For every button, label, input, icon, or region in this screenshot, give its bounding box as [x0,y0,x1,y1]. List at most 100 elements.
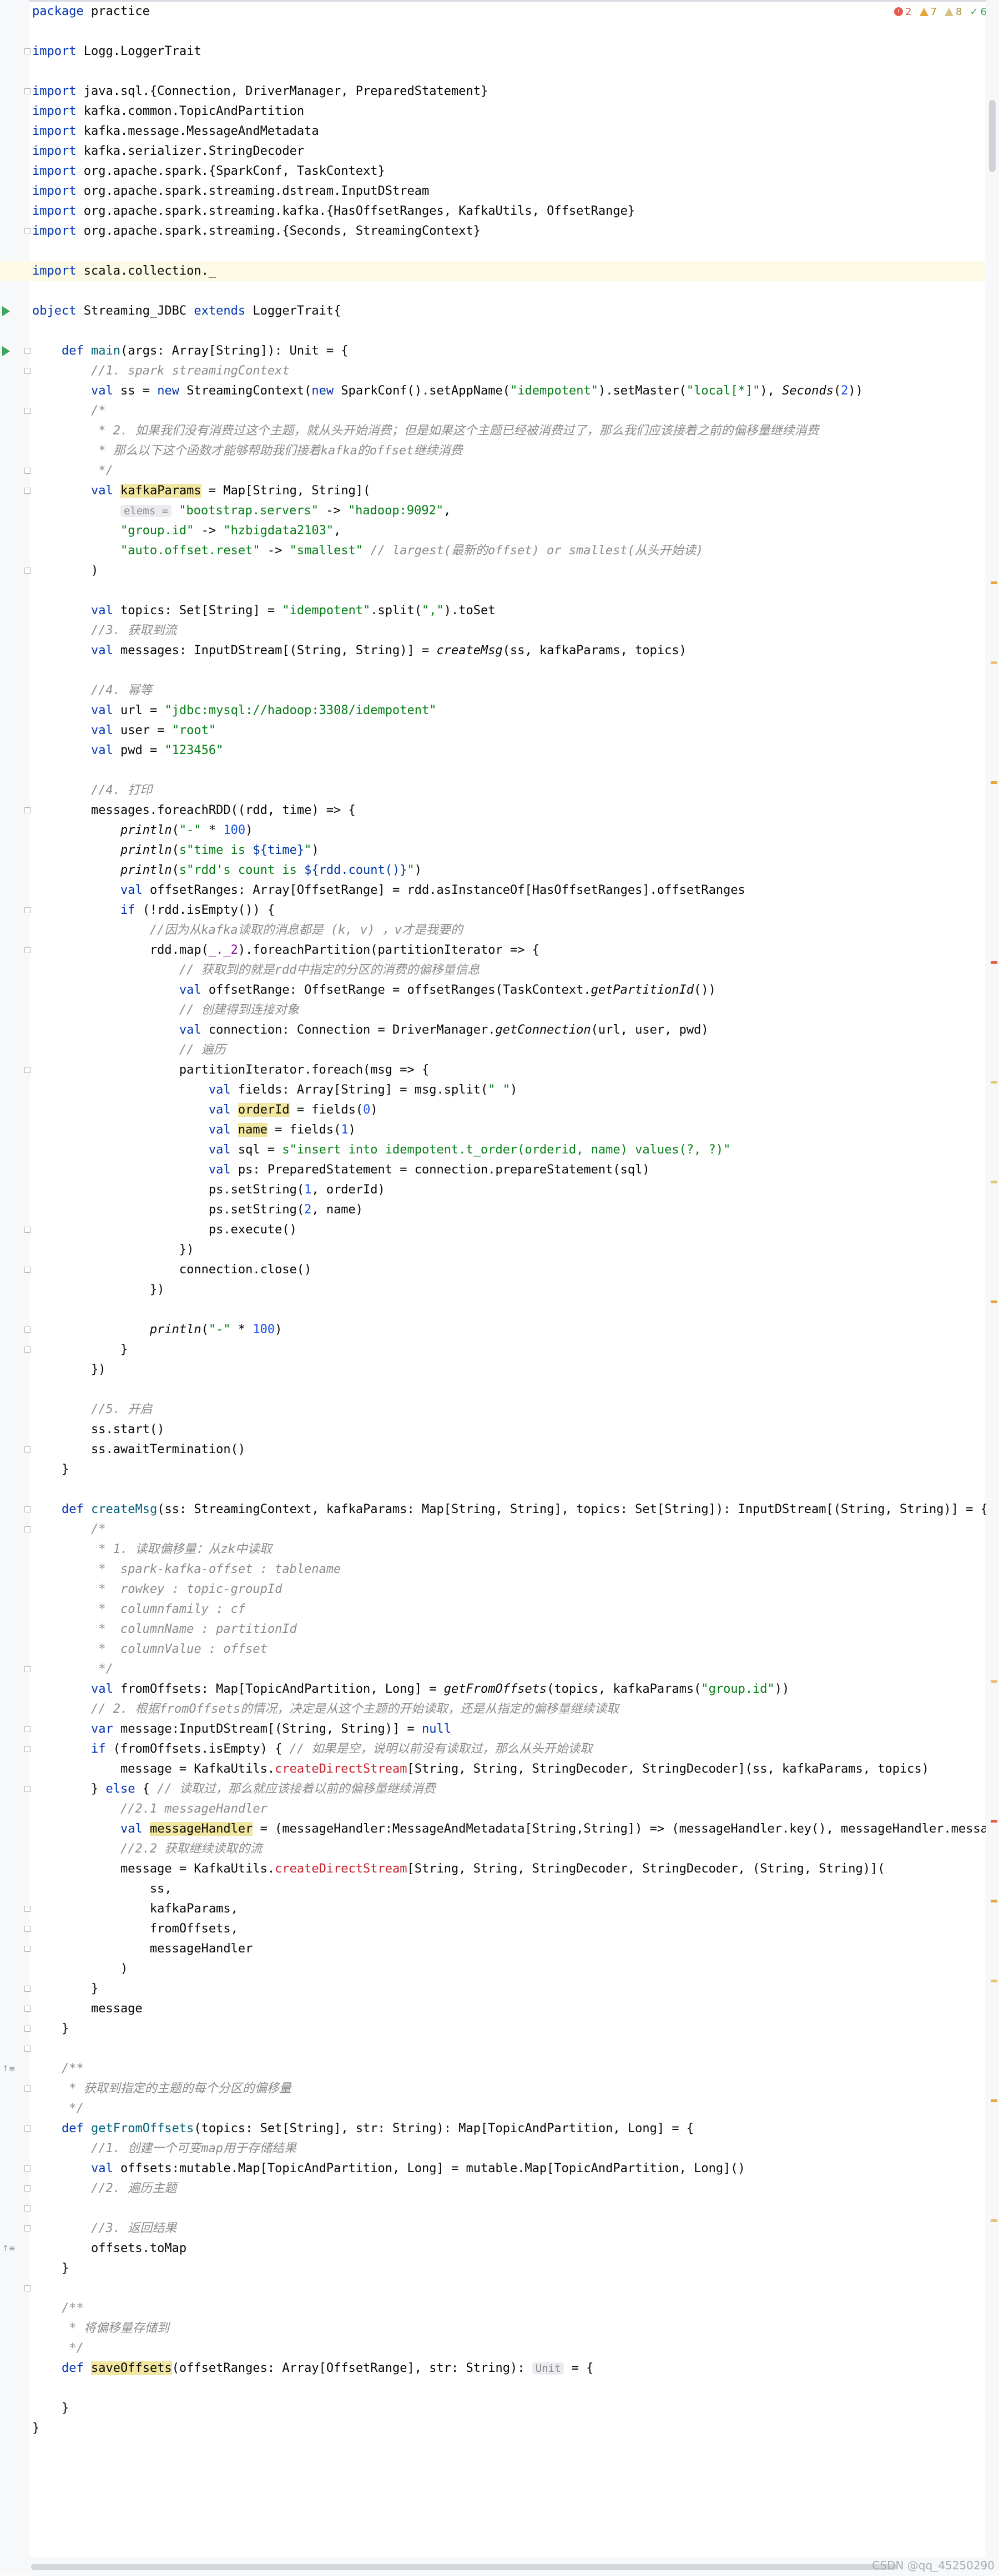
code-line[interactable]: message = KafkaUtils.createDirectStream[… [0,1859,986,1879]
code-line[interactable]: val topics: Set[String] = "idempotent".s… [0,601,986,621]
code-line[interactable]: ps.setString(1, orderId) [0,1180,986,1200]
stripe-marker[interactable] [991,961,997,964]
code-line[interactable]: // 遍历 [0,1040,986,1060]
code-line[interactable]: elems = "bootstrap.servers" -> "hadoop:9… [0,501,986,521]
code-editor[interactable]: package practice import Logg.LoggerTrait i… [0,0,999,2576]
fold-icon[interactable] [24,2026,31,2032]
code-line[interactable] [0,321,986,341]
fold-icon[interactable] [24,88,31,94]
code-line[interactable]: */ [0,461,986,481]
stripe-marker[interactable] [991,1900,997,1902]
code-line[interactable]: } [0,2259,986,2279]
code-line[interactable] [0,1380,986,1400]
stripe-marker[interactable] [991,1181,997,1183]
fold-icon[interactable] [24,1906,31,1912]
code-line[interactable]: import kafka.message.MessageAndMetadata [0,122,986,141]
code-line[interactable]: // 获取到的就是rdd中指定的分区的消费的偏移量信息 [0,960,986,980]
code-line[interactable]: }) [0,1360,986,1380]
implemented-icon[interactable]: ↑≡ [2,2244,15,2253]
fold-icon[interactable] [24,2086,31,2092]
fold-icon[interactable] [24,488,31,494]
fold-icon[interactable] [24,1926,31,1932]
fold-icon[interactable] [24,1726,31,1732]
code-line[interactable]: import scala.collection._ [0,261,986,281]
code-line[interactable]: } [0,1979,986,1999]
code-line[interactable]: }) [0,1240,986,1260]
code-line[interactable] [0,661,986,681]
code-line[interactable] [0,2039,986,2059]
code-line[interactable]: //1. spark streamingContext [0,361,986,381]
stripe-marker[interactable] [991,661,997,664]
stripe-marker[interactable] [991,1820,997,1823]
code-line[interactable] [0,62,986,82]
fold-icon[interactable] [24,1526,31,1532]
code-line[interactable]: fromOffsets, [0,1919,986,1939]
fold-icon[interactable] [24,228,31,234]
code-line[interactable]: messageHandler [0,1939,986,1959]
fold-icon[interactable] [24,1227,31,1233]
vertical-scrollbar-thumb[interactable] [989,100,996,172]
code-line[interactable]: /* [0,1520,986,1540]
code-line[interactable]: import java.sql.{Connection, DriverManag… [0,82,986,102]
code-line[interactable]: //2.2 获取继续读取的流 [0,1839,986,1859]
code-line[interactable]: //3. 获取到流 [0,621,986,641]
code-line[interactable] [0,1480,986,1500]
code-line[interactable]: */ [0,2099,986,2119]
code-line[interactable]: rdd.map(_._2).foreachPartition(partition… [0,940,986,960]
code-line[interactable]: import kafka.serializer.StringDecoder [0,141,986,161]
code-line[interactable]: import Logg.LoggerTrait [0,42,986,62]
fold-icon[interactable] [24,408,31,414]
fold-icon[interactable] [24,348,31,354]
code-line[interactable]: if (fromOffsets.isEmpty) { // 如果是空，说明以前没… [0,1739,986,1759]
fold-icon[interactable] [24,2205,31,2211]
code-line[interactable] [0,281,986,301]
code-line[interactable]: ) [0,1959,986,1979]
fold-icon[interactable] [24,2165,31,2172]
fold-icon[interactable] [24,1746,31,1752]
code-line[interactable]: * 获取到指定的主题的每个分区的偏移量 [0,2079,986,2099]
run-icon[interactable] [2,306,10,316]
code-line[interactable] [0,22,986,42]
code-line[interactable]: * columnName : partitionId [0,1620,986,1639]
code-line[interactable]: val pwd = "123456" [0,741,986,761]
code-line[interactable]: * 1. 读取偏移量：从zk中读取 [0,1540,986,1560]
code-line[interactable]: ) [0,561,986,581]
code-line[interactable]: partitionIterator.foreach(msg => { [0,1060,986,1080]
errors-indicator[interactable]: ! 2 [894,6,912,18]
fold-icon[interactable] [24,468,31,474]
implemented-icon[interactable]: ↑≡ [2,2064,15,2073]
code-line[interactable]: ss.start() [0,1420,986,1440]
code-line[interactable]: val ps: PreparedStatement = connection.p… [0,1160,986,1180]
fold-icon[interactable] [24,1986,31,1992]
code-line[interactable]: * columnValue : offset [0,1639,986,1659]
run-icon[interactable] [2,346,10,356]
code-line[interactable]: //4. 幂等 [0,681,986,701]
fold-icon[interactable] [24,1267,31,1273]
code-line[interactable]: object Streaming_JDBC extends LoggerTrai… [0,301,986,321]
code-line[interactable]: import kafka.common.TopicAndPartition [0,102,986,122]
stripe-marker[interactable] [991,1081,997,1084]
code-line[interactable]: ps.setString(2, name) [0,1200,986,1220]
code-line[interactable]: kafkaParams, [0,1899,986,1919]
code-line[interactable] [0,2279,986,2299]
code-line[interactable]: def main(args: Array[String]): Unit = { [0,341,986,361]
stripe-marker[interactable] [991,2219,997,2222]
code-line[interactable]: import org.apache.spark.streaming.dstrea… [0,181,986,201]
stripe-marker[interactable] [991,1980,997,1982]
code-line[interactable]: println(s"time is ${time}") [0,841,986,861]
code-area[interactable]: package practice import Logg.LoggerTrait i… [0,2,999,2557]
code-line[interactable]: println("-" * 100) [0,1320,986,1340]
code-line[interactable]: } [0,1340,986,1360]
code-line[interactable]: val orderId = fields(0) [0,1100,986,1120]
code-line[interactable]: if (!rdd.isEmpty()) { [0,900,986,920]
code-line[interactable]: * spark-kafka-offset : tablename [0,1560,986,1580]
stripe-marker[interactable] [991,1680,997,1683]
fold-icon[interactable] [24,1347,31,1353]
code-line[interactable]: // 2. 根据fromOffsets的情况，决定是从这个主题的开始读取，还是从… [0,1699,986,1719]
warnings-indicator[interactable]: 7 [919,6,937,18]
code-line[interactable]: ↑≡ offsets.toMap [0,2239,986,2259]
code-line[interactable]: val user = "root" [0,721,986,741]
fold-icon[interactable] [24,2125,31,2132]
code-line[interactable]: val kafkaParams = Map[String, String]( [0,481,986,501]
code-line[interactable] [0,2378,986,2398]
